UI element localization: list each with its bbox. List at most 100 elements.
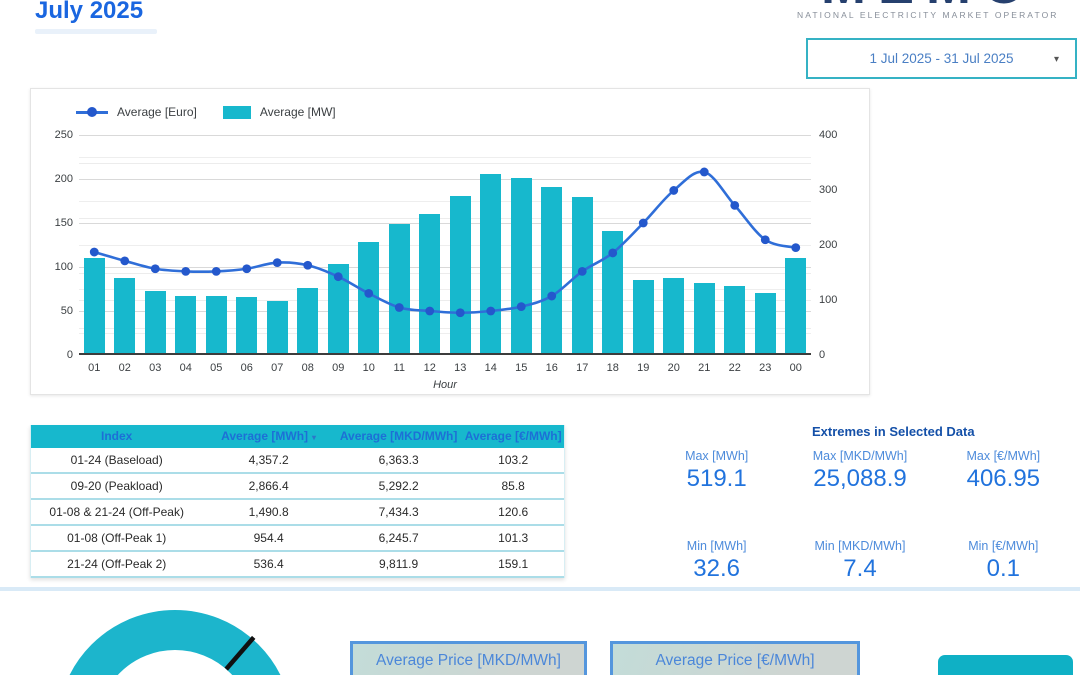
avg-price-mkd-box: Average Price [MKD/MWh] 6,363.30: [350, 641, 587, 675]
line-point-hour-23[interactable]: [761, 235, 770, 244]
table-cell: 2,866.4: [202, 474, 335, 498]
x-tick-10: 10: [354, 362, 385, 374]
chevron-down-icon: ▾: [1054, 54, 1059, 65]
table-cell: 4,357.2: [202, 448, 335, 472]
table-row[interactable]: 01-08 & 21-24 (Off-Peak)1,490.87,434.312…: [31, 500, 564, 526]
x-tick-01: 01: [79, 362, 110, 374]
table-cell: 21-24 (Off-Peak 2): [31, 552, 202, 576]
table-cell: 01-24 (Baseload): [31, 448, 202, 472]
x-tick-04: 04: [171, 362, 202, 374]
stat-min-eur: Min [€/MWh] 0.1: [932, 539, 1075, 583]
stat-min-mwh: Min [MWh] 32.6: [645, 539, 788, 583]
y-axis-left: 050100150200250: [37, 135, 73, 355]
extremes-title: Extremes in Selected Data: [812, 424, 975, 439]
x-axis-title: Hour: [79, 379, 811, 391]
line-point-hour-18[interactable]: [608, 249, 617, 258]
table-header-row: Index Average [MWh]▾ Average [MKD/MWh] A…: [31, 425, 564, 448]
x-tick-17: 17: [567, 362, 598, 374]
line-point-hour-10[interactable]: [364, 289, 373, 298]
table-row[interactable]: 09-20 (Peakload)2,866.45,292.285.8: [31, 474, 564, 500]
footer-button[interactable]: [938, 655, 1073, 675]
stat-max-mwh: Max [MWh] 519.1: [645, 449, 788, 493]
x-tick-03: 03: [140, 362, 171, 374]
y-right-tick-200: 200: [819, 239, 837, 251]
line-point-hour-01[interactable]: [90, 248, 99, 257]
y-left-tick-200: 200: [37, 173, 73, 185]
line-point-hour-16[interactable]: [547, 292, 556, 301]
y-right-tick-100: 100: [819, 294, 837, 306]
table-row[interactable]: 01-24 (Baseload)4,357.26,363.3103.2: [31, 448, 564, 474]
table-cell: 159.1: [462, 552, 564, 576]
line-point-hour-15[interactable]: [517, 302, 526, 311]
table-body: 01-24 (Baseload)4,357.26,363.3103.209-20…: [31, 448, 564, 578]
memo-logo-text: MEMO: [795, 0, 1063, 9]
col-header-index[interactable]: Index: [31, 425, 202, 448]
table-cell: 1,490.8: [202, 500, 335, 524]
line-point-hour-14[interactable]: [486, 307, 495, 316]
line-point-hour-17[interactable]: [578, 267, 587, 276]
table-cell: 01-08 (Off-Peak 1): [31, 526, 202, 550]
col-header-avg-mwh[interactable]: Average [MWh]▾: [202, 425, 335, 448]
x-tick-00: 00: [781, 362, 812, 374]
line-point-hour-09[interactable]: [334, 272, 343, 281]
legend-label-euro: Average [Euro]: [117, 105, 197, 119]
combo-chart-plot[interactable]: [79, 135, 811, 355]
y-left-tick-150: 150: [37, 217, 73, 229]
x-tick-14: 14: [476, 362, 507, 374]
x-tick-06: 06: [232, 362, 263, 374]
table-cell: 09-20 (Peakload): [31, 474, 202, 498]
logo-tagline: NATIONAL ELECTRICITY MARKET OPERATOR: [797, 10, 1077, 20]
gauge-chart: [0, 590, 320, 675]
line-point-hour-04[interactable]: [181, 267, 190, 276]
table-cell: 6,363.3: [335, 448, 463, 472]
line-point-hour-20[interactable]: [669, 186, 678, 195]
line-point-hour-03[interactable]: [151, 264, 160, 273]
table-cell: 101.3: [462, 526, 564, 550]
x-tick-22: 22: [720, 362, 751, 374]
y-left-tick-0: 0: [37, 349, 73, 361]
table-cell: 536.4: [202, 552, 335, 576]
line-point-hour-22[interactable]: [730, 201, 739, 210]
extremes-max-row: Max [MWh] 519.1 Max [MKD/MWh] 25,088.9 M…: [645, 449, 1075, 493]
x-tick-13: 13: [445, 362, 476, 374]
table-cell: 5,292.2: [335, 474, 463, 498]
euro-line-series: [79, 135, 811, 355]
y-right-tick-0: 0: [819, 349, 825, 361]
x-tick-20: 20: [659, 362, 690, 374]
table-row[interactable]: 01-08 (Off-Peak 1)954.46,245.7101.3: [31, 526, 564, 552]
line-point-hour-11[interactable]: [395, 303, 404, 312]
stat-max-mkd: Max [MKD/MWh] 25,088.9: [788, 449, 931, 493]
x-tick-19: 19: [628, 362, 659, 374]
stat-min-mkd: Min [MKD/MWh] 7.4: [788, 539, 931, 583]
line-point-hour-07[interactable]: [273, 258, 282, 267]
y-right-tick-400: 400: [819, 129, 837, 141]
date-range-select[interactable]: 1 Jul 2025 - 31 Jul 2025 ▾: [806, 38, 1077, 79]
line-point-hour-00[interactable]: [791, 243, 800, 252]
table-cell: 9,811.9: [335, 552, 463, 576]
line-point-hour-05[interactable]: [212, 267, 221, 276]
line-point-hour-02[interactable]: [120, 256, 129, 265]
line-point-hour-21[interactable]: [700, 168, 709, 177]
line-point-hour-06[interactable]: [242, 264, 251, 273]
y-right-tick-300: 300: [819, 184, 837, 196]
x-tick-07: 07: [262, 362, 293, 374]
y-left-tick-50: 50: [37, 305, 73, 317]
x-tick-09: 09: [323, 362, 354, 374]
index-averages-table: Index Average [MWh]▾ Average [MKD/MWh] A…: [30, 425, 565, 578]
col-header-avg-mkd[interactable]: Average [MKD/MWh]: [335, 425, 463, 448]
col-header-avg-eur[interactable]: Average [€/MWh]: [462, 425, 564, 448]
table-cell: 01-08 & 21-24 (Off-Peak): [31, 500, 202, 524]
sort-caret-icon: ▾: [312, 433, 316, 442]
line-point-hour-08[interactable]: [303, 261, 312, 270]
line-point-hour-12[interactable]: [425, 307, 434, 316]
dashboard-page: July 2025 MEMO NATIONAL ELECTRICITY MARK…: [0, 0, 1080, 675]
line-point-hour-19[interactable]: [639, 219, 648, 228]
x-tick-15: 15: [506, 362, 537, 374]
y-axis-right: 0100200300400: [819, 135, 863, 355]
stat-max-eur: Max [€/MWh] 406.95: [932, 449, 1075, 493]
legend-label-mw: Average [MW]: [260, 105, 336, 119]
line-series-marker-icon: [76, 111, 108, 114]
table-cell: 7,434.3: [335, 500, 463, 524]
table-row[interactable]: 21-24 (Off-Peak 2)536.49,811.9159.1: [31, 552, 564, 578]
line-point-hour-13[interactable]: [456, 308, 465, 317]
